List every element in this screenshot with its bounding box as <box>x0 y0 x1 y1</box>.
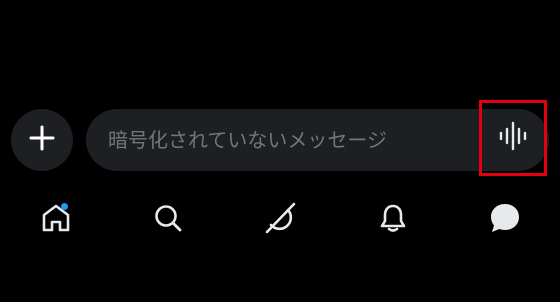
tab-notifications[interactable] <box>363 190 423 250</box>
tab-messages[interactable] <box>475 190 535 250</box>
tab-search[interactable] <box>138 190 198 250</box>
message-input[interactable] <box>108 109 478 171</box>
message-input-container <box>86 100 549 176</box>
add-attachment-button[interactable] <box>11 109 73 171</box>
message-icon <box>488 201 522 239</box>
voice-message-button[interactable] <box>479 100 547 176</box>
tab-home[interactable] <box>26 190 86 250</box>
tab-grok[interactable] <box>250 190 310 250</box>
message-composer <box>11 100 549 176</box>
grok-icon <box>263 201 297 239</box>
search-icon <box>152 202 184 238</box>
plus-icon <box>29 125 55 155</box>
waveform-icon <box>498 121 528 155</box>
notification-dot <box>61 203 68 210</box>
bottom-tab-bar <box>0 190 560 250</box>
bell-icon <box>377 202 409 238</box>
